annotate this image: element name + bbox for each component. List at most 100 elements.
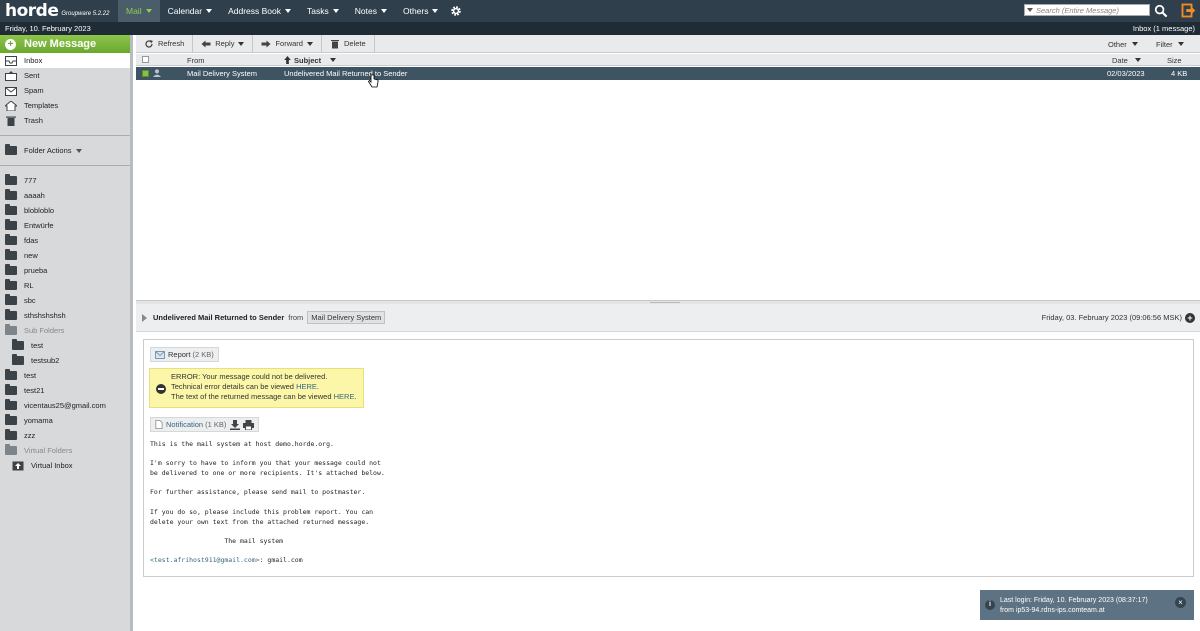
menu-mail[interactable]: Mail: [118, 0, 160, 22]
search-icon[interactable]: [1154, 4, 1168, 18]
sort-ascending-icon[interactable]: [284, 56, 291, 66]
sidebar-folder-item[interactable]: aaaah: [0, 188, 130, 203]
sidebar-item-spam[interactable]: Spam: [0, 83, 130, 98]
report-label: Report: [168, 350, 191, 359]
notification-line-2: from ip53-94.rdns-ips.comteam.at: [1000, 606, 1105, 614]
horde-logo[interactable]: horde Groupware 5.2.22: [0, 0, 118, 22]
column-header-date[interactable]: Date: [1112, 56, 1128, 65]
bounce-address[interactable]: <test.afrihost911@gmail.com>: [150, 556, 260, 564]
delete-label: Delete: [343, 39, 366, 48]
sidebar-folder-item[interactable]: sthshshshsh: [0, 308, 130, 323]
menu-notes[interactable]: Notes: [347, 0, 395, 22]
chevron-down-icon[interactable]: [1135, 58, 1141, 62]
sidebar-folder-item[interactable]: RL: [0, 278, 130, 293]
print-icon[interactable]: [243, 419, 255, 430]
folder-icon: [5, 429, 17, 440]
download-icon[interactable]: [230, 419, 241, 430]
info-icon: i: [985, 600, 995, 610]
folder-icon: [5, 444, 17, 455]
delete-button[interactable]: Delete: [322, 34, 375, 53]
column-header-size[interactable]: Size: [1167, 56, 1182, 65]
sidebar-folder-item[interactable]: yomama: [0, 413, 130, 428]
close-icon[interactable]: ×: [1175, 597, 1186, 608]
menu-others[interactable]: Others: [395, 0, 447, 22]
table-row[interactable]: Mail Delivery System Undelivered Mail Re…: [136, 67, 1200, 80]
expand-headers-icon[interactable]: [142, 313, 147, 322]
column-header-subject[interactable]: Subject: [294, 56, 321, 65]
menu-calendar[interactable]: Calendar: [160, 0, 221, 22]
forward-button[interactable]: Forward: [253, 34, 322, 53]
row-size: 4 KB: [1171, 69, 1188, 78]
sidebar-divider: [0, 135, 130, 136]
row-checkbox[interactable]: [142, 70, 149, 77]
sidebar-folder-item[interactable]: zzz: [0, 428, 130, 443]
sidebar-folder-item[interactable]: new: [0, 248, 130, 263]
select-all-checkbox[interactable]: [142, 56, 149, 63]
filter-menu-button[interactable]: Filter: [1156, 35, 1184, 53]
sidebar-folder-item[interactable]: prueba: [0, 263, 130, 278]
menu-tasks[interactable]: Tasks: [299, 0, 347, 22]
sidebar-folder-item[interactable]: Entwürfe: [0, 218, 130, 233]
sidebar-folder-item[interactable]: test: [0, 338, 130, 353]
folder-icon: [5, 234, 17, 245]
sidebar-item-trash[interactable]: Trash: [0, 113, 130, 128]
bounce-line: <test.afrihost911@gmail.com>: gmail.com: [150, 556, 385, 566]
column-header-from[interactable]: From: [187, 56, 205, 65]
menu-label: Mail: [126, 6, 142, 16]
gear-icon[interactable]: [450, 5, 462, 17]
forward-arrow-icon: [261, 40, 271, 47]
folder-label: fdas: [24, 236, 39, 245]
notification-attachment[interactable]: Notification (1 KB): [150, 417, 260, 432]
sidebar-folder-item[interactable]: testsub2: [0, 353, 130, 368]
folder-actions-menu[interactable]: Folder Actions: [0, 143, 130, 158]
virtual-inbox-icon: [12, 461, 24, 470]
chevron-down-icon: [380, 9, 387, 13]
notification-size: (1 KB): [205, 420, 227, 429]
sidebar-item-inbox[interactable]: Inbox: [0, 53, 130, 68]
report-attachment[interactable]: Report (2 KB): [150, 347, 219, 362]
new-message-button[interactable]: + New Message: [0, 35, 130, 53]
refresh-button[interactable]: Refresh: [136, 34, 194, 53]
sidebar-item-sent[interactable]: Sent: [0, 68, 130, 83]
person-icon: [153, 69, 161, 79]
message-line: delete your own text from the attached r…: [150, 517, 370, 526]
chevron-down-icon: [432, 9, 439, 13]
splitter-grip[interactable]: [650, 302, 680, 303]
sidebar-folder-item[interactable]: test: [0, 368, 130, 383]
logo-version: Groupware 5.2.22: [61, 10, 110, 17]
logout-icon[interactable]: [1181, 3, 1196, 18]
top-menu: Mail Calendar Address Book Tasks Notes Others: [118, 0, 446, 22]
sidebar-folder-item[interactable]: test21: [0, 383, 130, 398]
sidebar-folder-item[interactable]: vicentaus25@gmail.com: [0, 398, 130, 413]
search-scope-dropdown-icon[interactable]: [1027, 8, 1033, 12]
other-menu-button[interactable]: Other: [1108, 35, 1138, 53]
message-list-area: [136, 74, 1200, 300]
sidebar-folder-item[interactable]: fdas: [0, 233, 130, 248]
chevron-down-icon[interactable]: [238, 41, 245, 46]
menu-address-book[interactable]: Address Book: [220, 0, 299, 22]
error-line-3: The text of the returned message can be …: [171, 392, 334, 401]
sidebar-folder-item[interactable]: blobloblo: [0, 203, 130, 218]
search-input[interactable]: Search (Entire Message): [1024, 4, 1150, 16]
folder-icon: [5, 384, 17, 395]
sidebar-folder-item[interactable]: sbc: [0, 293, 130, 308]
sidebar-folder-item[interactable]: 777: [0, 173, 130, 188]
chevron-down-icon[interactable]: [306, 41, 313, 46]
chevron-down-icon: [75, 148, 82, 153]
sidebar-folder-item[interactable]: Virtual Inbox: [0, 458, 130, 473]
folder-group-header[interactable]: Virtual Folders: [0, 443, 130, 458]
folder-group-header[interactable]: Sub Folders: [0, 323, 130, 338]
add-icon[interactable]: +: [1185, 312, 1195, 323]
chevron-down-icon: [145, 9, 152, 13]
reply-button[interactable]: Reply: [193, 34, 254, 53]
preview-sender[interactable]: Mail Delivery System: [307, 311, 386, 324]
technical-details-link[interactable]: HERE: [296, 382, 317, 391]
folder-label: yomama: [24, 416, 53, 425]
preview-subject: Undelivered Mail Returned to Sender: [153, 313, 285, 322]
login-notification: i Last login: Friday, 10. February 2023 …: [980, 590, 1194, 620]
folder-icon: [5, 414, 17, 425]
status-bar: Friday, 10. February 2023 Inbox (1 messa…: [0, 22, 1200, 35]
sidebar-item-templates[interactable]: Templates: [0, 98, 130, 113]
chevron-down-icon[interactable]: [330, 58, 336, 62]
returned-message-link[interactable]: HERE: [334, 392, 355, 401]
